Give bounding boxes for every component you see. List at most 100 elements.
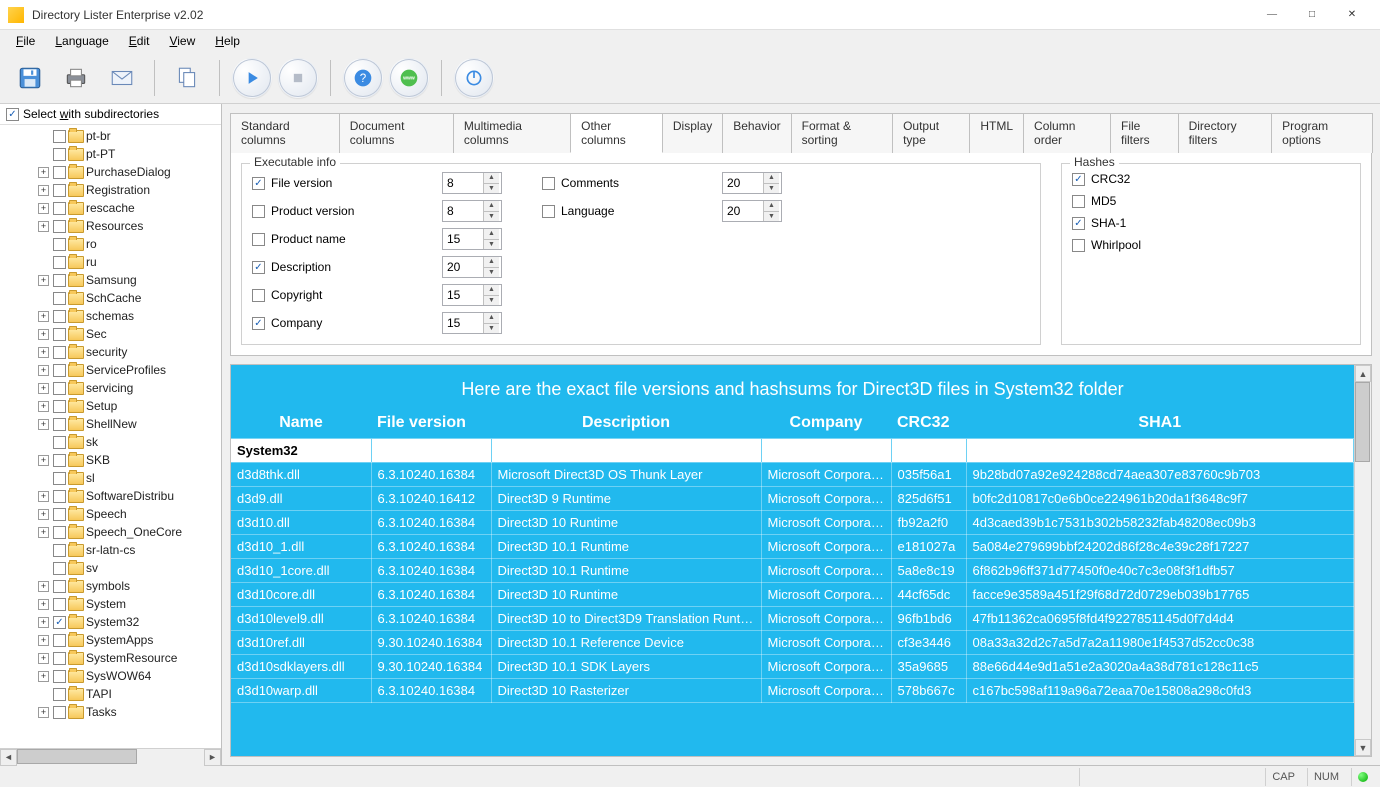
tree-checkbox[interactable] xyxy=(53,688,66,701)
scroll-up-button[interactable]: ▲ xyxy=(1355,365,1371,382)
tree-item[interactable]: sr-latn-cs xyxy=(0,541,221,559)
file-row[interactable]: d3d10warp.dll6.3.10240.16384Direct3D 10 … xyxy=(231,679,1354,703)
tree-checkbox[interactable] xyxy=(53,166,66,179)
expand-toggle[interactable]: + xyxy=(38,509,49,520)
spin-down[interactable]: ▼ xyxy=(764,212,779,222)
column-header[interactable]: Name xyxy=(231,408,371,439)
expand-toggle[interactable]: + xyxy=(38,707,49,718)
spin-down[interactable]: ▼ xyxy=(484,324,499,334)
tree-checkbox[interactable] xyxy=(53,202,66,215)
width-input[interactable] xyxy=(723,173,763,193)
tree-item[interactable]: +SystemApps xyxy=(0,631,221,649)
menu-edit[interactable]: Edit xyxy=(121,32,158,50)
tree-checkbox[interactable] xyxy=(53,220,66,233)
file-row[interactable]: d3d10_1core.dll6.3.10240.16384Direct3D 1… xyxy=(231,559,1354,583)
tree-checkbox[interactable] xyxy=(53,526,66,539)
width-spinner[interactable]: ▲▼ xyxy=(442,200,502,222)
scroll-down-button[interactable]: ▼ xyxy=(1355,739,1371,756)
tab-multimedia-columns[interactable]: Multimedia columns xyxy=(453,113,571,153)
tree-checkbox[interactable] xyxy=(53,328,66,341)
tree-item[interactable]: +Sec xyxy=(0,325,221,343)
tree-checkbox[interactable] xyxy=(53,400,66,413)
expand-toggle[interactable]: + xyxy=(38,311,49,322)
tree-item[interactable]: +SystemResource xyxy=(0,649,221,667)
power-button[interactable] xyxy=(454,58,494,98)
expand-toggle[interactable]: + xyxy=(38,491,49,502)
width-input[interactable] xyxy=(443,257,483,277)
menu-view[interactable]: View xyxy=(161,32,203,50)
option-md5[interactable]: MD5 xyxy=(1072,194,1350,208)
tree-checkbox[interactable] xyxy=(53,472,66,485)
tree-item[interactable]: +security xyxy=(0,343,221,361)
print-button[interactable] xyxy=(56,58,96,98)
width-spinner[interactable]: ▲▼ xyxy=(442,256,502,278)
option-company[interactable]: Company xyxy=(252,316,412,330)
expand-toggle[interactable]: + xyxy=(38,221,49,232)
tree-checkbox[interactable] xyxy=(53,454,66,467)
directory-tree[interactable]: pt-brpt-PT+PurchaseDialog+Registration+r… xyxy=(0,125,221,748)
spin-down[interactable]: ▼ xyxy=(484,240,499,250)
tree-checkbox[interactable]: ✓ xyxy=(53,616,66,629)
tree-item[interactable]: ru xyxy=(0,253,221,271)
play-button[interactable] xyxy=(232,58,272,98)
tree-item[interactable]: +Resources xyxy=(0,217,221,235)
tree-checkbox[interactable] xyxy=(53,292,66,305)
scroll-thumb[interactable] xyxy=(17,749,137,764)
tab-file-filters[interactable]: File filters xyxy=(1110,113,1179,153)
spin-down[interactable]: ▼ xyxy=(484,268,499,278)
tree-checkbox[interactable] xyxy=(53,184,66,197)
option-description[interactable]: Description xyxy=(252,260,412,274)
menu-help[interactable]: Help xyxy=(207,32,248,50)
expand-toggle[interactable]: + xyxy=(38,581,49,592)
width-input[interactable] xyxy=(723,201,763,221)
scroll-right-button[interactable]: ► xyxy=(204,749,221,766)
width-spinner[interactable]: ▲▼ xyxy=(442,312,502,334)
tab-column-order[interactable]: Column order xyxy=(1023,113,1111,153)
tree-item[interactable]: +schemas xyxy=(0,307,221,325)
tab-behavior[interactable]: Behavior xyxy=(722,113,791,153)
tree-item[interactable]: ro xyxy=(0,235,221,253)
option-file-version[interactable]: File version xyxy=(252,176,412,190)
tree-item[interactable]: TAPI xyxy=(0,685,221,703)
spin-up[interactable]: ▲ xyxy=(764,201,779,212)
tree-checkbox[interactable] xyxy=(53,274,66,287)
file-row[interactable]: d3d8thk.dll6.3.10240.16384Microsoft Dire… xyxy=(231,463,1354,487)
expand-toggle[interactable]: + xyxy=(38,671,49,682)
option-copyright[interactable]: Copyright xyxy=(252,288,412,302)
expand-toggle[interactable]: + xyxy=(38,275,49,286)
stop-button[interactable] xyxy=(278,58,318,98)
mail-button[interactable] xyxy=(102,58,142,98)
spin-up[interactable]: ▲ xyxy=(484,285,499,296)
width-spinner[interactable]: ▲▼ xyxy=(442,172,502,194)
menu-file[interactable]: File xyxy=(8,32,43,50)
tree-checkbox[interactable] xyxy=(53,580,66,593)
tree-item[interactable]: +Registration xyxy=(0,181,221,199)
tree-item[interactable]: +Speech xyxy=(0,505,221,523)
expand-toggle[interactable]: + xyxy=(38,419,49,430)
tree-item[interactable]: SchCache xyxy=(0,289,221,307)
tree-checkbox[interactable] xyxy=(53,508,66,521)
tab-format-sorting[interactable]: Format & sorting xyxy=(791,113,893,153)
tree-item[interactable]: +SKB xyxy=(0,451,221,469)
tree-checkbox[interactable] xyxy=(53,562,66,575)
tree-checkbox[interactable] xyxy=(53,436,66,449)
expand-toggle[interactable]: + xyxy=(38,527,49,538)
tab-document-columns[interactable]: Document columns xyxy=(339,113,454,153)
spin-down[interactable]: ▼ xyxy=(484,184,499,194)
column-header[interactable]: Description xyxy=(491,408,761,439)
expand-toggle[interactable]: + xyxy=(38,203,49,214)
expand-toggle[interactable]: + xyxy=(38,617,49,628)
tab-display[interactable]: Display xyxy=(662,113,723,153)
tree-checkbox[interactable] xyxy=(53,364,66,377)
expand-toggle[interactable]: + xyxy=(38,383,49,394)
tree-checkbox[interactable] xyxy=(53,346,66,359)
tab-program-options[interactable]: Program options xyxy=(1271,113,1373,153)
minimize-button[interactable]: — xyxy=(1252,1,1292,29)
tree-item[interactable]: +Speech_OneCore xyxy=(0,523,221,541)
width-spinner[interactable]: ▲▼ xyxy=(442,284,502,306)
spin-up[interactable]: ▲ xyxy=(484,173,499,184)
file-row[interactable]: d3d9.dll6.3.10240.16412Direct3D 9 Runtim… xyxy=(231,487,1354,511)
tree-checkbox[interactable] xyxy=(53,670,66,683)
tree-checkbox[interactable] xyxy=(53,382,66,395)
file-row[interactable]: d3d10sdklayers.dll9.30.10240.16384Direct… xyxy=(231,655,1354,679)
